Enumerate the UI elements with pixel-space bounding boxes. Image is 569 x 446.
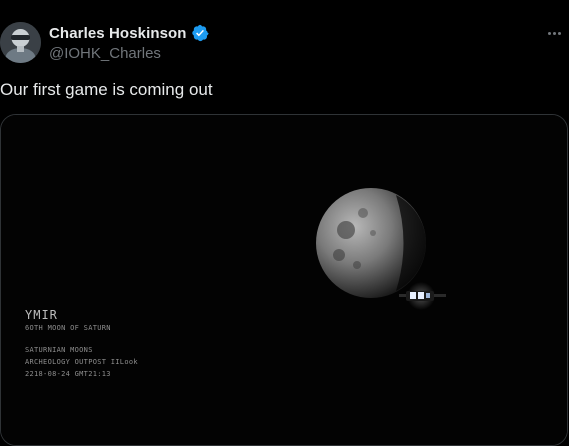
video-caption: YMIR 6OTH MOON OF SATURN SATURNIAN MOONS…	[25, 308, 138, 380]
more-options-icon	[547, 31, 551, 35]
profile-avatar-icon	[0, 22, 41, 63]
video-media[interactable]: YMIR 6OTH MOON OF SATURN SATURNIAN MOONS…	[0, 114, 568, 446]
caption-line: SATURNIAN MOONS	[25, 346, 93, 354]
caption-line: 6OTH MOON OF SATURN	[25, 324, 111, 332]
author-name-row: Charles Hoskinson	[49, 24, 209, 42]
verified-badge-icon[interactable]	[191, 24, 209, 42]
caption-line: ARCHEOLOGY OUTPOST IILook	[25, 358, 138, 366]
author-handle[interactable]: @IOHK_Charles	[49, 45, 161, 62]
more-options-button[interactable]	[543, 24, 565, 42]
more-options-icon-dot	[552, 31, 556, 35]
caption-title: YMIR	[25, 308, 58, 322]
video-frame	[1, 115, 567, 445]
avatar[interactable]	[0, 22, 41, 63]
more-options-icon-dot	[557, 31, 561, 35]
caption-line: 2218-08-24 GMT21:13	[25, 370, 111, 378]
tweet-text: Our first game is coming out	[0, 80, 213, 99]
author-display-name[interactable]: Charles Hoskinson	[49, 25, 187, 42]
moon	[316, 188, 426, 298]
